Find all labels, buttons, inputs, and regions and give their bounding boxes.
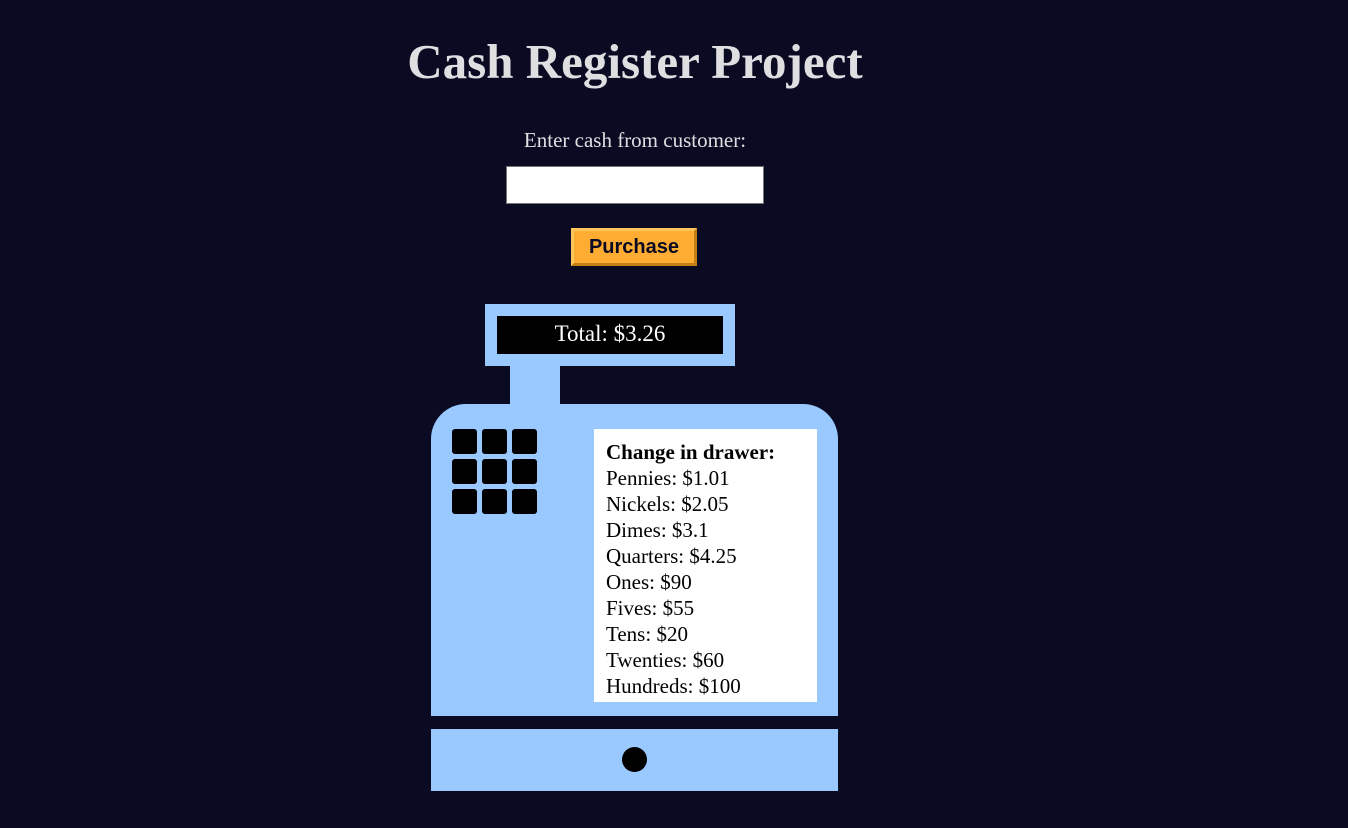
total-display: Total: $3.26	[497, 316, 723, 354]
page-title: Cash Register Project	[407, 34, 863, 89]
drawer-item-nickels: Nickels: $2.05	[606, 492, 729, 516]
cash-input[interactable]	[506, 166, 764, 204]
keypad	[452, 429, 538, 515]
keypad-key	[452, 429, 477, 454]
drawer-knob	[622, 747, 647, 772]
drawer-item-dimes: Dimes: $3.1	[606, 518, 709, 542]
keypad-key	[452, 459, 477, 484]
keypad-key	[512, 489, 537, 514]
drawer-item-ones: Ones: $90	[606, 570, 692, 594]
drawer-item-quarters: Quarters: $4.25	[606, 544, 737, 568]
drawer-item-tens: Tens: $20	[606, 622, 688, 646]
drawer-item-fives: Fives: $55	[606, 596, 695, 620]
keypad-key	[482, 489, 507, 514]
keypad-key	[482, 429, 507, 454]
cash-input-label: Enter cash from customer:	[523, 128, 747, 152]
keypad-key	[512, 429, 537, 454]
purchase-button[interactable]: Purchase	[571, 228, 697, 266]
drawer-item-pennies: Pennies: $1.01	[606, 466, 730, 490]
register-body: Change in drawer: Pennies: $1.01 Nickels…	[431, 404, 838, 716]
drawer-title: Change in drawer:	[606, 440, 776, 464]
keypad-key	[452, 489, 477, 514]
drawer-item-hundreds: Hundreds: $100	[606, 674, 741, 698]
keypad-key	[482, 459, 507, 484]
register-neck	[510, 366, 560, 406]
drawer-item-twenties: Twenties: $60	[606, 648, 725, 672]
register-display: Total: $3.26	[485, 304, 735, 366]
change-in-drawer-panel: Change in drawer: Pennies: $1.01 Nickels…	[594, 429, 817, 702]
keypad-key	[512, 459, 537, 484]
cash-drawer	[431, 729, 838, 791]
cash-register: Total: $3.26 Change in drawer: Pennies: …	[0, 0, 1348, 828]
